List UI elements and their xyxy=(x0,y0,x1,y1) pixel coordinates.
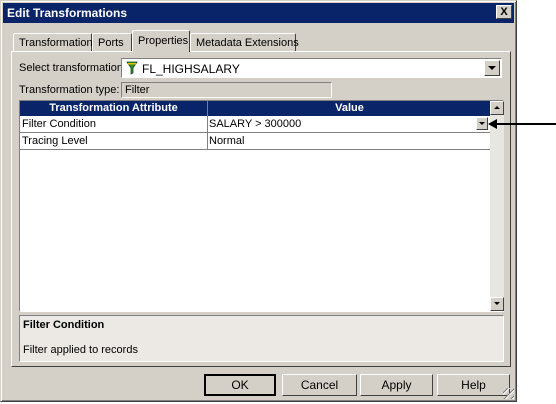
open-editor-button[interactable] xyxy=(476,117,488,130)
annotation-arrow-icon xyxy=(488,119,497,129)
tab-ports[interactable]: Ports xyxy=(92,33,132,51)
attribute-cell: Tracing Level xyxy=(22,135,88,147)
properties-grid: Transformation Attribute Value Filter Co… xyxy=(19,100,504,312)
table-row[interactable]: Tracing Level Normal xyxy=(20,133,490,150)
scroll-up-icon[interactable] xyxy=(490,101,504,115)
value-cell[interactable]: Normal xyxy=(209,135,244,147)
table-row[interactable]: Filter Condition SALARY > 300000 xyxy=(20,116,490,133)
filter-funnel-icon xyxy=(126,61,138,75)
tab-label: Transformation xyxy=(19,37,93,49)
tab-label: Properties xyxy=(138,35,189,47)
description-title: Filter Condition xyxy=(23,319,105,331)
tab-label: Ports xyxy=(98,37,124,49)
select-transformation-combo[interactable]: FL_HIGHSALARY xyxy=(121,58,502,78)
value-cell[interactable]: SALARY > 300000 xyxy=(209,118,301,130)
vertical-scrollbar[interactable] xyxy=(490,101,504,311)
cancel-button[interactable]: Cancel xyxy=(282,374,357,396)
column-header-value[interactable]: Value xyxy=(209,102,490,114)
description-text: Filter applied to records xyxy=(23,344,138,356)
chevron-down-icon[interactable] xyxy=(484,60,500,76)
window-title: Edit Transformations xyxy=(7,6,128,20)
tab-properties[interactable]: Properties xyxy=(132,30,190,52)
grid-header: Transformation Attribute Value xyxy=(20,101,490,116)
tab-metadata-extensions[interactable]: Metadata Extensions xyxy=(190,33,299,51)
transformation-type-label: Transformation type: xyxy=(19,84,120,96)
column-header-attribute[interactable]: Transformation Attribute xyxy=(20,102,207,114)
transformation-type-value: Filter xyxy=(125,84,150,96)
annotation-arrow-line xyxy=(495,123,556,125)
description-panel: Filter Condition Filter applied to recor… xyxy=(19,315,504,362)
tab-label: Metadata Extensions xyxy=(196,37,299,49)
title-bar[interactable]: Edit Transformations X xyxy=(3,3,514,23)
select-transformation-value: FL_HIGHSALARY xyxy=(142,62,240,76)
ok-button[interactable]: OK xyxy=(204,374,276,396)
resize-grip-icon[interactable] xyxy=(503,388,514,399)
close-icon: X xyxy=(500,6,508,18)
close-button[interactable]: X xyxy=(496,5,512,19)
select-transformation-label: Select transformation: xyxy=(19,62,126,74)
scroll-down-icon[interactable] xyxy=(490,297,504,311)
apply-button[interactable]: Apply xyxy=(360,374,433,396)
help-button[interactable]: Help xyxy=(437,374,510,396)
transformation-type-field: Filter xyxy=(121,82,332,98)
attribute-cell: Filter Condition xyxy=(22,118,96,130)
tab-transformation[interactable]: Transformation xyxy=(13,33,93,51)
edit-transformations-dialog: Edit Transformations X Transformation Po… xyxy=(0,0,517,402)
